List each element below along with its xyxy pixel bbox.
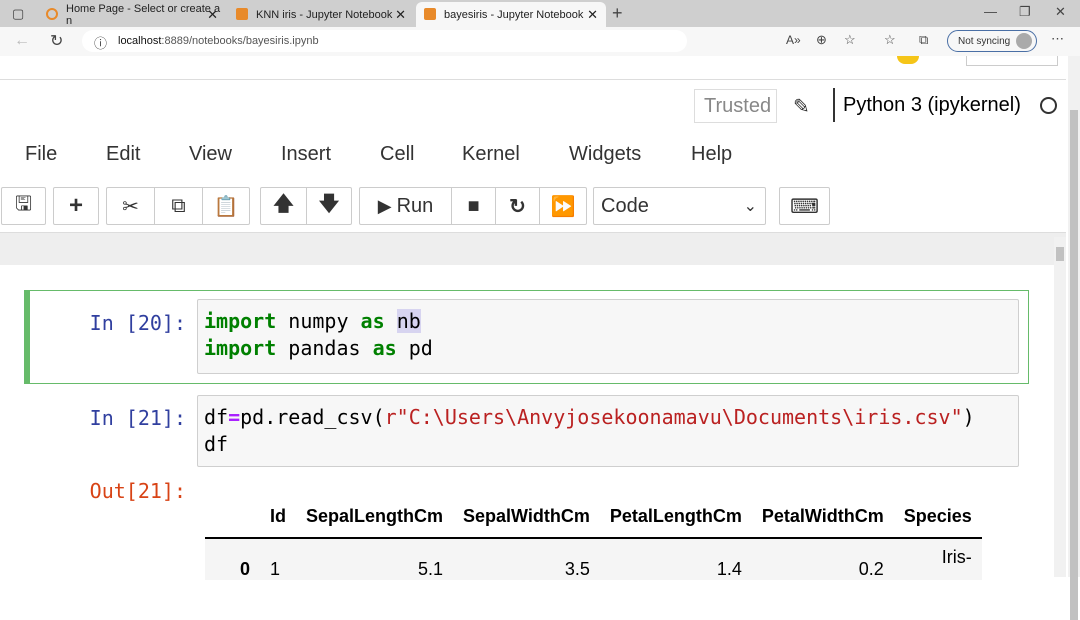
kernel-name: Python 3 (ipykernel) — [843, 94, 1021, 116]
refresh-icon[interactable]: ↻ — [50, 31, 63, 51]
new-tab-icon[interactable]: + — [612, 3, 623, 24]
collections-icon[interactable]: ⧉ — [919, 32, 928, 48]
chevron-down-icon: ⌄ — [743, 198, 757, 215]
divider — [833, 88, 835, 122]
menu-kernel[interactable]: Kernel — [462, 143, 520, 166]
row-index: 0 — [205, 538, 260, 580]
edit-pencil-icon[interactable]: ✎ — [793, 94, 810, 119]
restart-icon[interactable]: ↻ — [496, 188, 540, 224]
toolbar-group: ⌨ — [779, 187, 830, 225]
tab-home[interactable]: Home Page - Select or create a n ✕ — [38, 2, 226, 27]
favorites-icon[interactable]: ☆ — [884, 32, 896, 48]
url-field[interactable]: ⓘ localhost:8889/notebooks/bayesiris.ipyn… — [82, 30, 687, 52]
notebook-icon — [424, 8, 436, 20]
play-icon: ▶ — [377, 195, 397, 216]
toolbar-group: ▶ Run ■ ↻ ⏩ — [359, 187, 587, 225]
trusted-indicator[interactable]: Trusted — [694, 89, 777, 123]
interrupt-stop-icon[interactable]: ■ — [452, 188, 496, 224]
read-aloud-icon[interactable]: A» — [786, 33, 801, 47]
table-header-row: Id SepalLengthCm SepalWidthCm PetalLengt… — [205, 500, 982, 539]
cell-value: 1.4 — [599, 538, 752, 580]
paste-icon[interactable]: 📋 — [203, 188, 249, 224]
code-input[interactable]: df=pd.read_csv(r"C:\Users\Anvyjosekoonam… — [197, 395, 1019, 467]
close-tab-icon[interactable]: ✕ — [207, 7, 218, 23]
run-button[interactable]: ▶ Run — [360, 188, 452, 224]
toolbar-group: + — [53, 187, 99, 225]
favorite-add-icon[interactable]: ☆ — [844, 32, 856, 48]
notebook-icon — [236, 8, 248, 20]
input-prompt: In [21]: — [89, 406, 186, 430]
code-input[interactable]: import numpy as nb import pandas as pd — [197, 299, 1019, 374]
kernel-idle-icon — [1040, 97, 1057, 114]
dataframe-table: Id SepalLengthCm SepalWidthCm PetalLengt… — [205, 500, 982, 580]
cell-value: 3.5 — [453, 538, 600, 580]
menu-edit[interactable]: Edit — [106, 143, 140, 166]
move-up-icon[interactable]: 🡅 — [261, 188, 307, 224]
tab-bayesiris[interactable]: bayesiris - Jupyter Notebook ✕ — [416, 2, 606, 27]
toolbar-group: 🡅 🡇 — [260, 187, 352, 225]
toolbar-group: 🖫 — [1, 187, 46, 225]
toolbar-group: ✂ ⧉ 📋 — [106, 187, 250, 225]
table-row: 0 1 5.1 3.5 1.4 0.2 Iris- — [205, 538, 982, 580]
back-icon[interactable]: ← — [14, 32, 30, 50]
column-header: SepalWidthCm — [453, 500, 600, 539]
copy-icon[interactable]: ⧉ — [155, 188, 203, 224]
column-header: Id — [260, 500, 296, 539]
menu-view[interactable]: View — [189, 143, 232, 166]
minimize-icon[interactable]: — — [984, 4, 997, 19]
close-tab-icon[interactable]: ✕ — [395, 7, 406, 23]
logo-strip — [0, 56, 1066, 80]
restart-run-all-icon[interactable]: ⏩ — [540, 188, 586, 224]
tab-actions-icon[interactable]: ▢ — [12, 6, 24, 22]
menu-file[interactable]: File — [25, 143, 57, 166]
menu-insert[interactable]: Insert — [281, 143, 331, 166]
avatar — [1016, 33, 1032, 49]
scrollbar-thumb[interactable] — [1056, 247, 1064, 261]
cut-icon[interactable]: ✂ — [107, 188, 155, 224]
jupyter-icon — [46, 8, 58, 20]
more-icon[interactable]: ⋯ — [1051, 31, 1064, 47]
tab-knn[interactable]: KNN iris - Jupyter Notebook ✕ — [228, 2, 414, 27]
column-header — [205, 500, 260, 539]
sync-button[interactable]: Not syncing — [947, 30, 1037, 52]
close-tab-icon[interactable]: ✕ — [587, 7, 598, 23]
column-header: Species — [893, 500, 982, 539]
menu-help[interactable]: Help — [691, 143, 732, 166]
notebook-scrollbar[interactable] — [1054, 237, 1066, 577]
move-down-icon[interactable]: 🡇 — [307, 188, 351, 224]
save-icon[interactable]: 🖫 — [2, 188, 45, 224]
cell-value: 0.2 — [751, 538, 894, 580]
cell-value: Iris- — [893, 538, 982, 580]
cell-value: 1 — [260, 538, 296, 580]
cell-value: 5.1 — [296, 538, 454, 580]
keyboard-icon[interactable]: ⌨ — [780, 188, 829, 224]
insert-cell-icon[interactable]: + — [54, 188, 98, 224]
menu-cell[interactable]: Cell — [380, 143, 414, 166]
output-prompt: Out[21]: — [89, 479, 186, 503]
menu-widgets[interactable]: Widgets — [569, 143, 641, 166]
restore-icon[interactable]: ❐ — [1019, 4, 1031, 20]
column-header: PetalLengthCm — [599, 500, 752, 539]
column-header: PetalWidthCm — [751, 500, 894, 539]
logout-button[interactable] — [966, 56, 1058, 66]
close-window-icon[interactable]: ✕ — [1055, 4, 1066, 20]
cell-type-select[interactable]: Code ⌄ — [593, 187, 766, 225]
zoom-icon[interactable]: ⊕ — [816, 32, 827, 48]
page-scrollbar[interactable] — [1068, 56, 1080, 620]
notebook-background — [0, 233, 1066, 265]
column-header: SepalLengthCm — [296, 500, 454, 539]
scrollbar-thumb[interactable] — [1070, 110, 1078, 620]
input-prompt: In [20]: — [89, 311, 186, 335]
logo-shape — [897, 56, 919, 64]
tab-bar: ▢ Home Page - Select or create a n ✕ KNN … — [0, 0, 1080, 27]
info-icon: ⓘ — [94, 36, 108, 51]
